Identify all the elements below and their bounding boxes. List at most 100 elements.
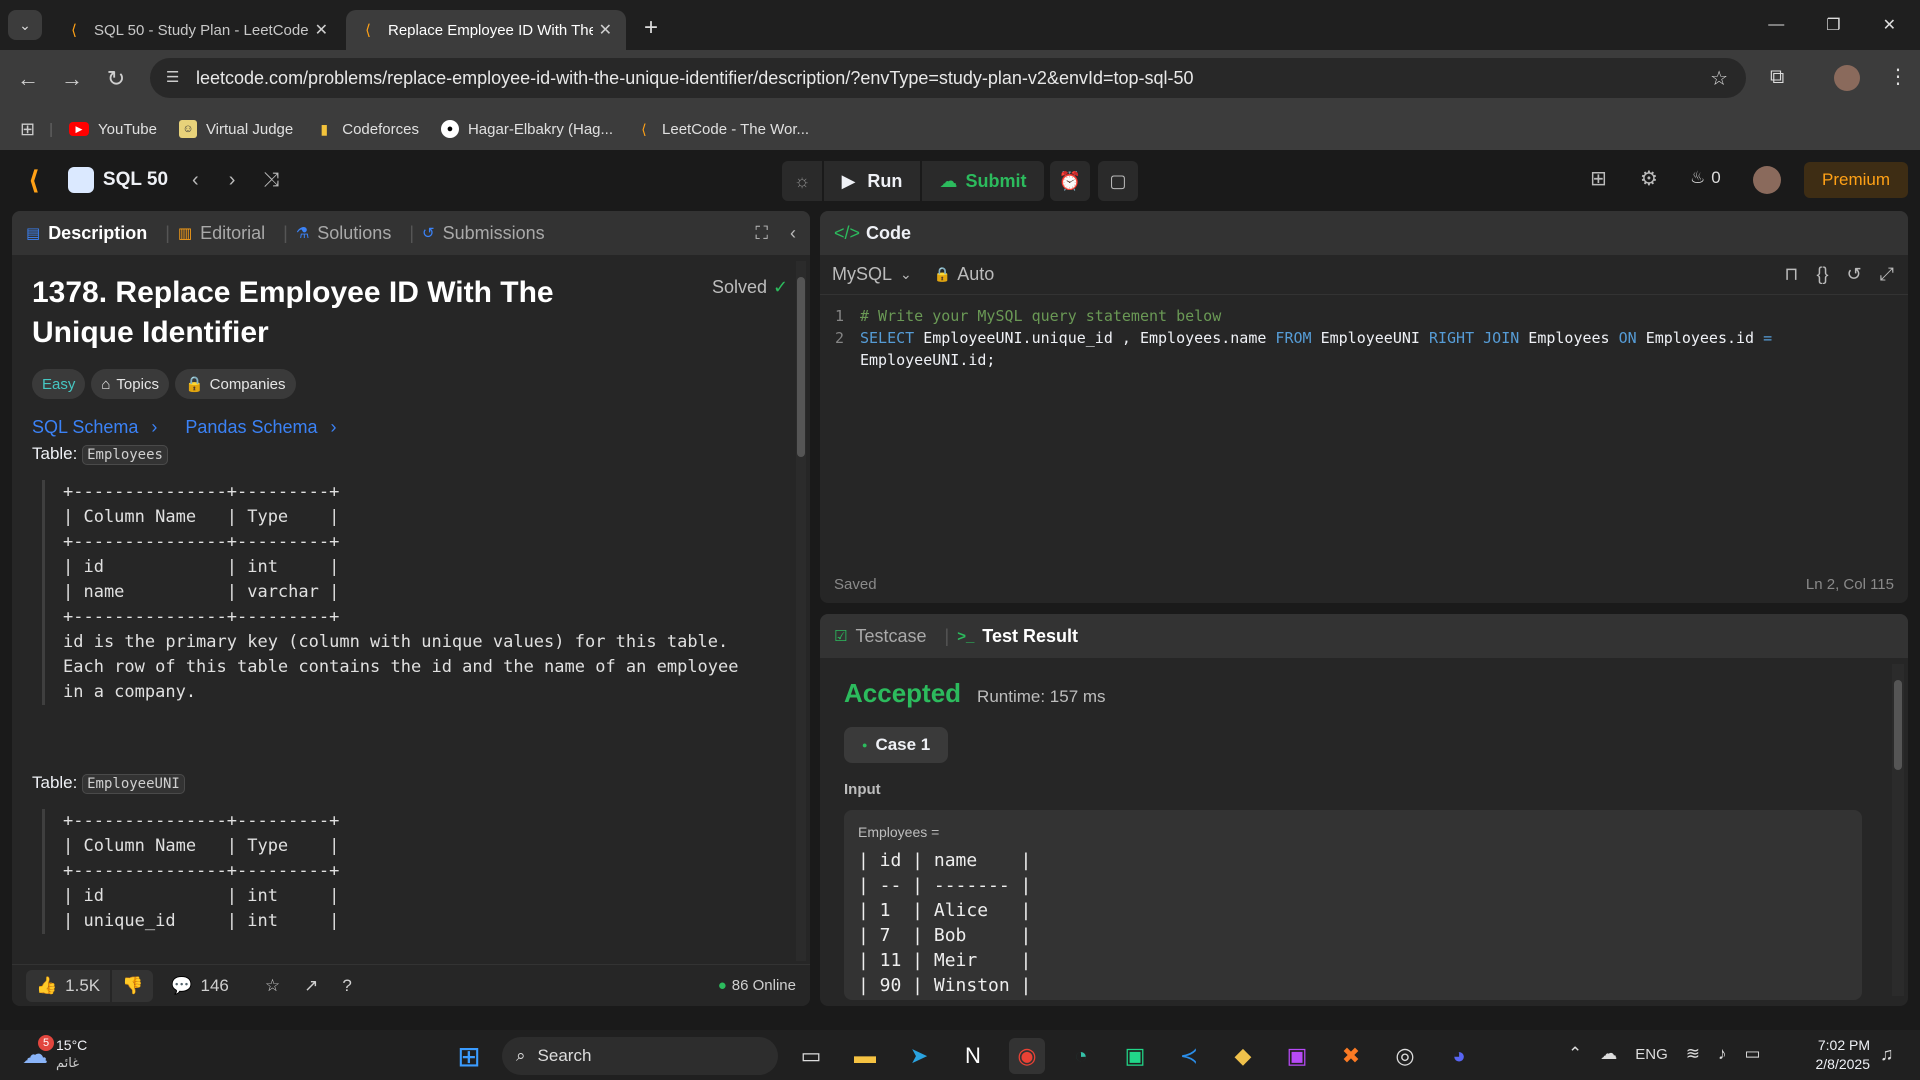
collapse-panel-icon[interactable]: ‹ <box>790 223 796 244</box>
battery-icon[interactable]: ▭ <box>1745 1044 1761 1064</box>
phpstorm-icon[interactable]: ▣ <box>1279 1038 1315 1074</box>
debug-button[interactable]: ☼ <box>782 161 822 201</box>
tab-solutions[interactable]: ⚗ Solutions <box>296 223 392 244</box>
git-icon[interactable]: ◆ <box>1225 1038 1261 1074</box>
bookmark-virtual-judge[interactable]: ☺ Virtual Judge <box>178 120 293 138</box>
apps-grid-icon[interactable]: ⊞ <box>20 119 35 140</box>
forward-icon[interactable]: → <box>50 66 94 92</box>
language-indicator[interactable]: ENG <box>1635 1046 1668 1063</box>
edge-icon[interactable]: ◔ <box>1063 1038 1099 1074</box>
bookmark-star-icon[interactable]: ☆ <box>1710 66 1728 91</box>
streak-counter[interactable]: ♨ 0 <box>1690 168 1721 188</box>
clion-icon[interactable]: ▣ <box>1117 1038 1153 1074</box>
like-button[interactable]: 👍 1.5K <box>26 969 111 1002</box>
tab-testcase[interactable]: ☑ Testcase <box>834 626 927 647</box>
tab-submissions[interactable]: ↺ Submissions <box>422 223 545 244</box>
vscode-icon[interactable]: ≺ <box>1171 1038 1207 1074</box>
cloud-weather-icon: ☁ 5 <box>22 1034 54 1070</box>
format-braces-icon[interactable]: {} <box>1816 264 1828 285</box>
user-avatar[interactable] <box>1753 166 1781 194</box>
result-scrollbar[interactable] <box>1892 664 1904 996</box>
wifi-icon[interactable]: ≋ <box>1686 1044 1700 1064</box>
description-scrollbar[interactable] <box>796 261 806 961</box>
favorite-star-icon[interactable]: ☆ <box>265 976 280 996</box>
telegram-icon[interactable]: ➤ <box>901 1038 937 1074</box>
obs-icon[interactable]: ◎ <box>1387 1038 1423 1074</box>
prev-problem-icon[interactable]: ‹ <box>192 169 199 192</box>
leetcode-logo-icon[interactable]: ⟨ <box>28 165 40 196</box>
bookmark-youtube[interactable]: ▶ YouTube <box>69 121 157 138</box>
scroll-thumb[interactable] <box>797 277 805 457</box>
extensions-icon[interactable]: ⧉ <box>1770 66 1784 89</box>
next-problem-icon[interactable]: › <box>229 169 236 192</box>
url-field[interactable]: ☰ leetcode.com/problems/replace-employee… <box>150 58 1746 98</box>
difficulty-chip[interactable]: Easy <box>32 369 86 399</box>
back-icon[interactable]: ← <box>6 66 50 92</box>
notes-button[interactable]: ▢ <box>1098 161 1138 201</box>
auto-mode[interactable]: 🔒 Auto <box>934 264 994 285</box>
discord-icon[interactable]: ◕ <box>1441 1038 1477 1074</box>
close-tab-icon[interactable]: ✕ <box>315 20 328 40</box>
terminal-icon: >_ <box>957 627 975 645</box>
close-tab-icon[interactable]: ✕ <box>599 20 612 40</box>
tray-overflow-icon[interactable]: ⌃ <box>1568 1044 1582 1064</box>
restore-icon[interactable]: ❐ <box>1826 15 1840 35</box>
tab-test-result[interactable]: >_ Test Result <box>957 626 1078 647</box>
topics-chip[interactable]: ⌂ Topics <box>91 369 169 399</box>
notion-icon[interactable]: N <box>955 1038 991 1074</box>
bookmark-codeforces[interactable]: ▮ Codeforces <box>315 120 419 138</box>
share-icon[interactable]: ↗ <box>304 976 318 996</box>
study-plan-icon <box>67 167 94 193</box>
weather-widget[interactable]: ☁ 5 15°C غائم <box>22 1034 87 1072</box>
status-dot-icon: ● <box>862 740 868 750</box>
minimize-icon[interactable]: — <box>1768 16 1784 34</box>
companies-chip[interactable]: 🔒 Companies <box>174 369 296 399</box>
tab-description[interactable]: ▤ Description <box>26 223 147 244</box>
clock[interactable]: 7:02 PM 2/8/2025 <box>1800 1036 1871 1074</box>
onedrive-icon[interactable]: ☁ <box>1600 1044 1617 1064</box>
volume-icon[interactable]: ♪ <box>1718 1044 1727 1064</box>
tab-sql50[interactable]: ⟨ SQL 50 - Study Plan - LeetCode ✕ <box>52 10 342 50</box>
reset-icon[interactable]: ↺ <box>1847 264 1862 285</box>
browser-menu-icon[interactable]: ⋮ <box>1888 64 1908 89</box>
premium-button[interactable]: Premium <box>1804 162 1908 198</box>
code-editor[interactable]: 1 # Write your MySQL query statement bel… <box>820 295 1908 371</box>
dislike-button[interactable]: 👎 <box>112 969 154 1002</box>
comment-icon: 💬 <box>171 975 193 995</box>
fullscreen-icon[interactable]: ⛶ <box>755 223 768 244</box>
windows-start-icon[interactable]: ⊞ <box>451 1038 487 1074</box>
notification-bell-icon[interactable]: ♫ <box>1880 1044 1894 1065</box>
bookmark-github[interactable]: ● Hagar-Elbakry (Hag... <box>440 120 613 138</box>
submit-button[interactable]: ☁ Submit <box>922 161 1044 201</box>
file-explorer-icon[interactable]: ▬ <box>847 1038 883 1074</box>
bookmark-icon[interactable]: ⊓ <box>1784 264 1798 285</box>
shuffle-icon[interactable]: ⤨ <box>263 169 279 192</box>
chrome-icon[interactable]: ◉ <box>1009 1038 1045 1074</box>
layout-icon[interactable]: ⊞ <box>1590 166 1607 191</box>
bookmark-leetcode[interactable]: ⟨ LeetCode - The Wor... <box>635 120 809 138</box>
scroll-thumb[interactable] <box>1894 680 1902 770</box>
tab-editorial[interactable]: ▥ Editorial <box>178 223 265 244</box>
study-plan-button[interactable]: SQL 50 <box>67 167 168 193</box>
tab-search-button[interactable]: ⌄ <box>8 10 42 40</box>
tab-replace-employee[interactable]: ⟨ Replace Employee ID With The ✕ <box>346 10 626 50</box>
language-select[interactable]: MySQL ⌄ <box>832 264 912 285</box>
help-icon[interactable]: ? <box>342 976 351 996</box>
task-view-icon[interactable]: ▭ <box>793 1038 829 1074</box>
new-tab-button[interactable]: + <box>644 14 658 42</box>
run-button[interactable]: ▶ Run <box>824 161 920 201</box>
xampp-icon[interactable]: ✖ <box>1333 1038 1369 1074</box>
case-1-button[interactable]: ● Case 1 <box>844 727 949 763</box>
close-window-icon[interactable]: ✕ <box>1883 15 1896 35</box>
reload-icon[interactable]: ↻ <box>94 66 138 92</box>
sql-schema-link[interactable]: SQL Schema › <box>32 417 157 438</box>
site-info-icon[interactable]: ☰ <box>166 68 179 86</box>
pandas-schema-link[interactable]: Pandas Schema › <box>185 417 336 438</box>
expand-icon[interactable]: ⤢ <box>1880 264 1894 285</box>
timer-button[interactable]: ⏰ <box>1050 161 1090 201</box>
comments-button[interactable]: 💬 146 <box>171 976 229 996</box>
taskbar-search[interactable]: ⌕ Search <box>502 1037 778 1075</box>
profile-avatar[interactable] <box>1834 65 1860 91</box>
settings-gear-icon[interactable]: ⚙ <box>1640 166 1658 191</box>
cloud-upload-icon: ☁ <box>939 170 958 191</box>
